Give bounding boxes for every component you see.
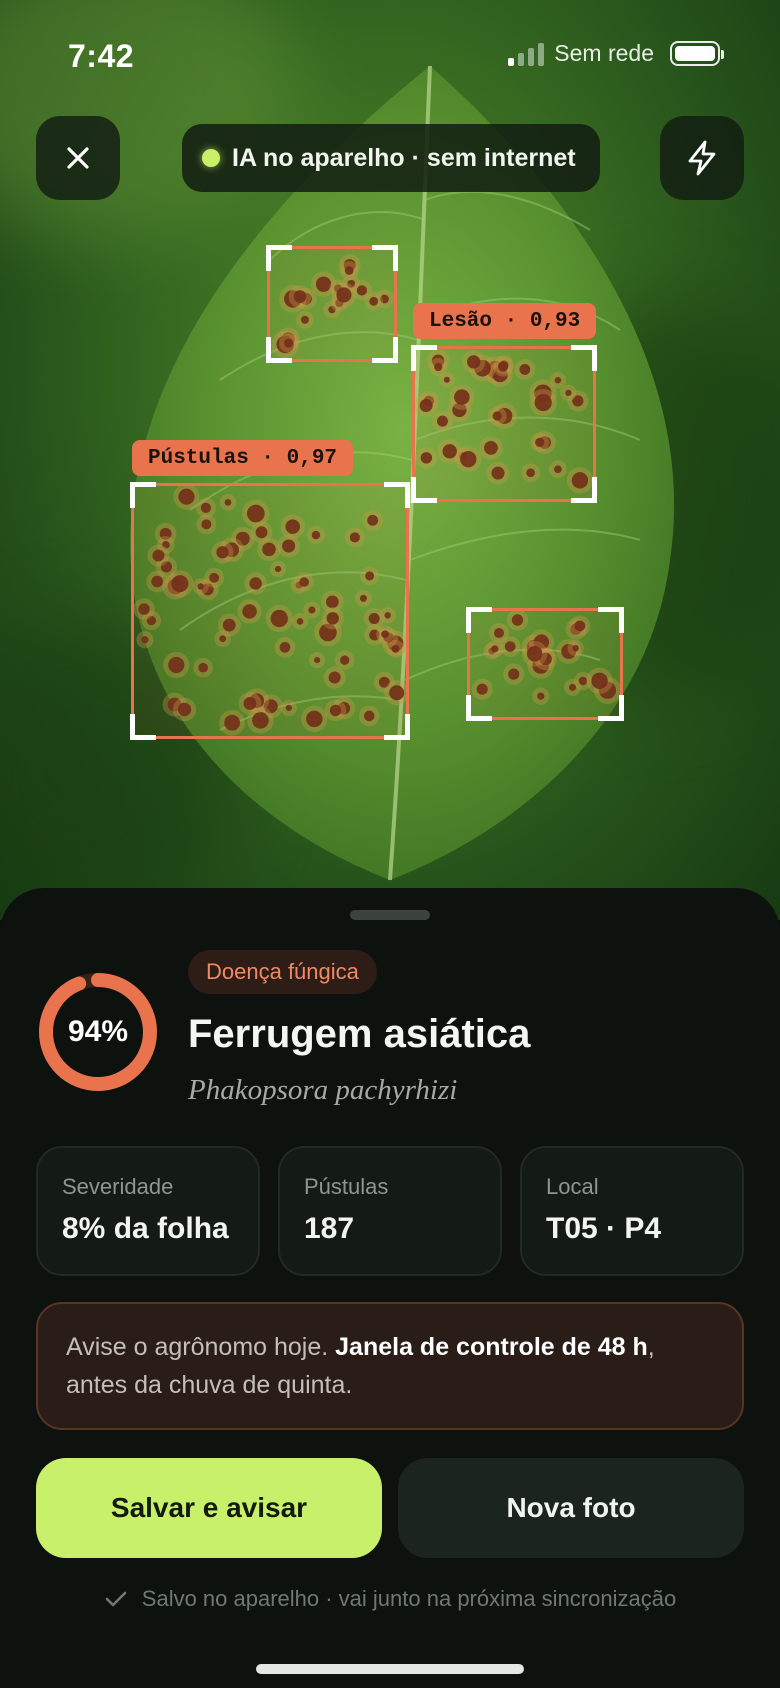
stat-card-severity: Severidade 8% da folha (36, 1146, 260, 1276)
corner-marker (372, 245, 398, 271)
stat-label: Severidade (62, 1174, 174, 1199)
corner-marker (571, 477, 597, 503)
stat-label: Pústulas (304, 1174, 389, 1199)
status-bar: 7:42 Sem rede (0, 0, 780, 110)
stat-card-location: Local T05 · P4 (520, 1146, 744, 1276)
online-ai-dot-icon (202, 149, 220, 167)
detection-box-lesion[interactable] (411, 345, 597, 503)
corner-marker (384, 482, 410, 508)
result-sheet: 94% Doença fúngica Ferrugem asiática Pha… (0, 888, 780, 1688)
stat-value: 187 (304, 1212, 355, 1245)
ai-status-text: IA no aparelho · sem internet (232, 143, 576, 172)
disease-name: Ferrugem asiática (188, 1012, 531, 1056)
detection-box[interactable] (466, 607, 624, 721)
category-badge: Doença fúngica (188, 950, 377, 994)
alert-text-lead: Avise o agrônomo hoje. (66, 1333, 336, 1361)
stat-label: Local (546, 1174, 599, 1199)
save-and-notify-button[interactable]: Salvar e avisar (36, 1458, 382, 1558)
corner-marker (598, 695, 624, 721)
close-button[interactable] (36, 116, 120, 200)
corner-marker (598, 607, 624, 633)
flash-button[interactable] (660, 116, 744, 200)
confidence-value: 94% (67, 1015, 129, 1048)
advice-alert: Avise o agrônomo hoje. Janela de control… (36, 1302, 744, 1430)
corner-marker (372, 337, 398, 363)
check-icon (105, 1591, 127, 1607)
corner-marker (130, 714, 156, 740)
detection-label-lesion: Lesão · 0,93 (413, 303, 597, 339)
new-photo-button[interactable]: Nova foto (398, 1458, 744, 1558)
corner-marker (130, 482, 156, 508)
corner-marker (266, 337, 292, 363)
stat-card-pustules: Pústulas 187 (278, 1146, 502, 1276)
alert-text-emphasis: Janela de controle de 48 h (335, 1333, 648, 1361)
flash-icon (688, 140, 716, 176)
stat-value: T05 · P4 (546, 1212, 662, 1245)
detection-box[interactable] (266, 245, 398, 363)
status-indicators: Sem rede (508, 40, 724, 67)
corner-marker (571, 345, 597, 371)
scientific-name: Phakopsora pachyrhizi (188, 1074, 458, 1106)
close-icon (67, 147, 89, 169)
home-indicator[interactable] (256, 1664, 524, 1674)
corner-marker (466, 695, 492, 721)
battery-icon (670, 41, 724, 66)
saved-note: Salvo no aparelho · vai junto na próxima… (0, 1586, 780, 1612)
sheet-grabber[interactable] (350, 910, 430, 920)
saved-note-text: Salvo no aparelho · vai junto na próxima… (141, 1586, 677, 1611)
stat-value: 8% da folha (62, 1212, 229, 1245)
corner-marker (411, 345, 437, 371)
ai-status-pill: IA no aparelho · sem internet (182, 124, 600, 192)
network-status: Sem rede (554, 40, 654, 66)
corner-marker (466, 607, 492, 633)
detection-box-pustules[interactable] (130, 482, 410, 740)
detection-label-pustules: Pústulas · 0,97 (132, 440, 354, 476)
signal-icon (508, 42, 545, 66)
corner-marker (266, 245, 292, 271)
corner-marker (411, 477, 437, 503)
corner-marker (384, 714, 410, 740)
status-time: 7:42 (68, 38, 135, 74)
